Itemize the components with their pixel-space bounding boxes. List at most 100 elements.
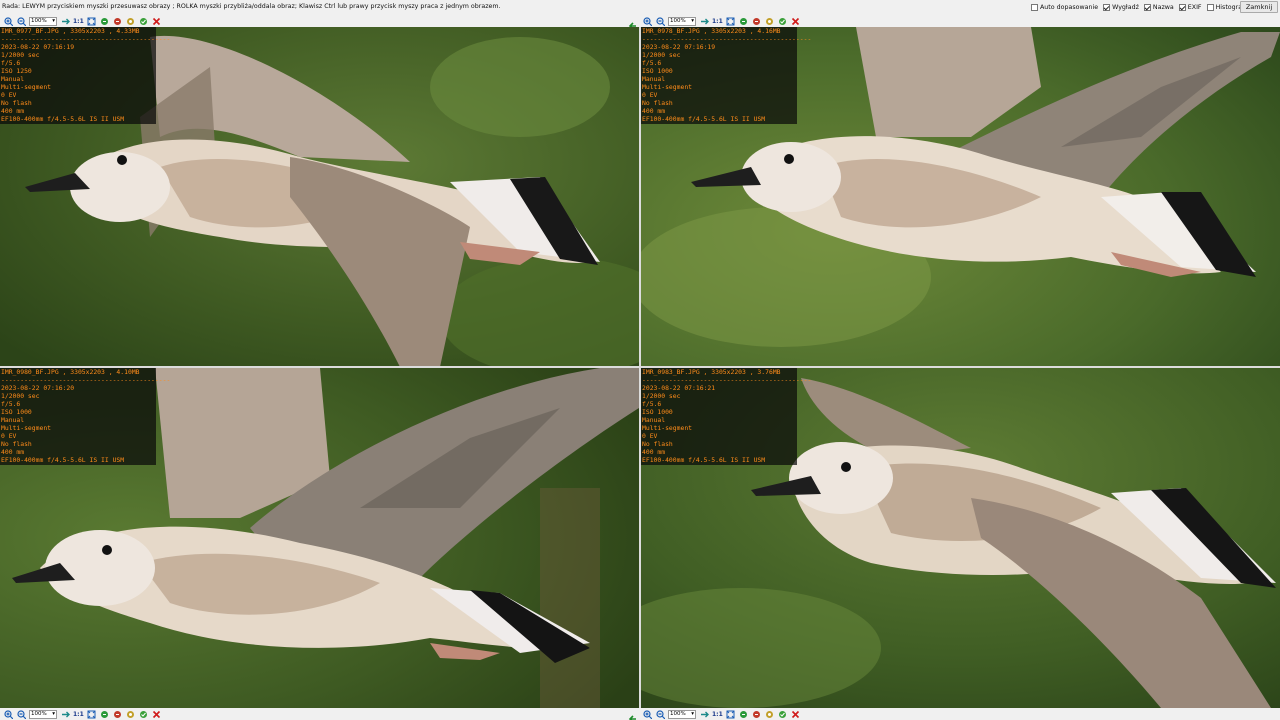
- close-icon[interactable]: [151, 709, 161, 719]
- exif-line: Multi-segment: [642, 424, 693, 432]
- chevron-down-icon: ▾: [52, 18, 55, 24]
- toolbar-top-right: 100% ▾ 1:1: [642, 15, 800, 27]
- exif-line: 400 mm: [642, 107, 666, 115]
- horizontal-splitter[interactable]: [0, 366, 1280, 368]
- exif-line: 2023-08-22 07:16:20: [1, 384, 75, 392]
- zoom-in-icon[interactable]: [642, 709, 652, 719]
- rotate-left-icon[interactable]: [99, 16, 109, 26]
- close-icon[interactable]: [790, 709, 800, 719]
- exif-line: No flash: [1, 440, 32, 448]
- one-to-one-button[interactable]: 1:1: [73, 18, 84, 25]
- toolbar-bottom-right: 100% ▾ 1:1: [642, 708, 800, 720]
- zoom-select[interactable]: 100% ▾: [29, 709, 57, 719]
- hint-text: Rada: LEWYM przyciskiem myszki przesuwas…: [2, 3, 501, 10]
- auto-fit-label: Auto dopasowanie: [1040, 4, 1099, 11]
- exif-overlay-1: IMR_0977_BF.JPG , 3305x2203 , 4.33MB ----…: [0, 27, 171, 124]
- exif-line: 0 EV: [1, 432, 17, 440]
- sync-icon[interactable]: [60, 16, 70, 26]
- zoom-out-icon[interactable]: [655, 709, 665, 719]
- separator-line: ----------------------------------------…: [1, 35, 171, 43]
- exif-line: f/5.6: [642, 400, 662, 408]
- zoom-out-icon[interactable]: [655, 16, 665, 26]
- zoom-select[interactable]: 100% ▾: [668, 16, 696, 26]
- exif-overlay-4: IMR_0983_BF.JPG , 3305x2203 , 3.76MB ----…: [641, 368, 811, 465]
- auto-fit-option[interactable]: Auto dopasowanie: [1031, 4, 1098, 11]
- copy-icon[interactable]: [138, 16, 148, 26]
- name-label: Nazwa: [1152, 4, 1174, 11]
- top-bar: Rada: LEWYM przyciskiem myszki przesuwas…: [0, 0, 1280, 14]
- chevron-down-icon: ▾: [691, 18, 694, 24]
- smooth-option[interactable]: Wygładź: [1103, 4, 1139, 11]
- exif-line: Manual: [642, 416, 666, 424]
- image-panel-4[interactable]: IMR_0983_BF.JPG , 3305x2203 , 3.76MB ----…: [641, 368, 1280, 708]
- histogram-checkbox[interactable]: [1206, 4, 1214, 11]
- zoom-value: 100%: [670, 18, 686, 24]
- exif-line: 1/2000 sec: [642, 51, 681, 59]
- copy-icon[interactable]: [138, 709, 148, 719]
- close-icon[interactable]: [151, 16, 161, 26]
- chevron-down-icon: ▾: [52, 711, 55, 717]
- exif-line: Manual: [642, 75, 666, 83]
- rotate-right-icon[interactable]: [751, 16, 761, 26]
- rotate-right-icon[interactable]: [112, 16, 122, 26]
- copy-icon[interactable]: [777, 16, 787, 26]
- one-to-one-button[interactable]: 1:1: [73, 711, 84, 718]
- exif-line: 0 EV: [1, 91, 17, 99]
- sync-left-arrow-icon-bottom[interactable]: [628, 709, 638, 720]
- zoom-select[interactable]: 100% ▾: [29, 16, 57, 26]
- save-icon[interactable]: [764, 16, 774, 26]
- exif-line: ISO 1000: [642, 67, 673, 75]
- one-to-one-button[interactable]: 1:1: [712, 711, 723, 718]
- fit-icon[interactable]: [86, 709, 96, 719]
- exif-line: No flash: [642, 440, 673, 448]
- auto-fit-checkbox[interactable]: [1031, 4, 1038, 11]
- exif-line: EF100-400mm f/4.5-5.6L IS II USM: [642, 115, 766, 123]
- copy-icon[interactable]: [777, 709, 787, 719]
- rotate-right-icon[interactable]: [751, 709, 761, 719]
- zoom-in-icon[interactable]: [3, 709, 13, 719]
- exif-line: 2023-08-22 07:16:19: [642, 43, 716, 51]
- name-option[interactable]: Nazwa: [1143, 4, 1174, 11]
- exif-option[interactable]: EXIF: [1178, 4, 1202, 11]
- exif-line: EF100-400mm f/4.5-5.6L IS II USM: [1, 456, 125, 464]
- chevron-down-icon: ▾: [691, 711, 694, 717]
- sync-icon[interactable]: [699, 709, 709, 719]
- exif-line: EF100-400mm f/4.5-5.6L IS II USM: [1, 115, 125, 123]
- zoom-in-icon[interactable]: [3, 16, 13, 26]
- file-title: IMR_0977_BF.JPG , 3305x2203 , 4.33MB: [1, 27, 140, 35]
- exif-line: f/5.6: [1, 59, 21, 67]
- fit-icon[interactable]: [725, 709, 735, 719]
- sync-icon[interactable]: [699, 16, 709, 26]
- rotate-left-icon[interactable]: [738, 709, 748, 719]
- exif-line: No flash: [642, 99, 673, 107]
- exif-line: 2023-08-22 07:16:19: [1, 43, 75, 51]
- rotate-left-icon[interactable]: [99, 709, 109, 719]
- image-panel-2[interactable]: IMR_0978_BF.JPG , 3305x2203 , 4.16MB ----…: [641, 27, 1280, 367]
- zoom-out-icon[interactable]: [16, 709, 26, 719]
- exif-line: 400 mm: [642, 448, 666, 456]
- exif-checkbox[interactable]: [1178, 4, 1186, 11]
- image-panel-3[interactable]: IMR_0980_BF.JPG , 3305x2203 , 4.10MB ----…: [0, 368, 639, 708]
- zoom-select[interactable]: 100% ▾: [668, 709, 696, 719]
- zoom-out-icon[interactable]: [16, 16, 26, 26]
- close-button[interactable]: Zamknij: [1240, 1, 1278, 13]
- file-title: IMR_0980_BF.JPG , 3305x2203 , 4.10MB: [1, 368, 140, 376]
- fit-icon[interactable]: [725, 16, 735, 26]
- save-icon[interactable]: [125, 16, 135, 26]
- sync-left-arrow-icon[interactable]: [628, 16, 638, 30]
- rotate-left-icon[interactable]: [738, 16, 748, 26]
- smooth-checkbox[interactable]: [1103, 4, 1111, 11]
- rotate-right-icon[interactable]: [112, 709, 122, 719]
- zoom-in-icon[interactable]: [642, 16, 652, 26]
- one-to-one-button[interactable]: 1:1: [712, 18, 723, 25]
- name-checkbox[interactable]: [1143, 4, 1151, 11]
- sync-icon[interactable]: [60, 709, 70, 719]
- image-panel-1[interactable]: IMR_0977_BF.JPG , 3305x2203 , 4.33MB ----…: [0, 27, 639, 367]
- close-icon[interactable]: [790, 16, 800, 26]
- fit-icon[interactable]: [86, 16, 96, 26]
- save-icon[interactable]: [125, 709, 135, 719]
- exif-line: 1/2000 sec: [642, 392, 681, 400]
- file-title: IMR_0983_BF.JPG , 3305x2203 , 3.76MB: [642, 368, 781, 376]
- save-icon[interactable]: [764, 709, 774, 719]
- exif-line: Multi-segment: [1, 424, 52, 432]
